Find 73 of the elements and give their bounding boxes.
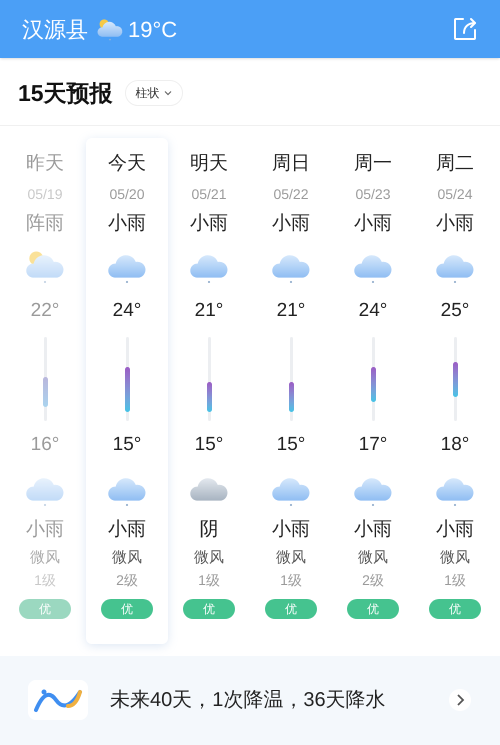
day-column[interactable]: 明天 05/21 小雨 21° 15° 阴 微风 1级 优 — [168, 138, 250, 644]
city-name: 汉源县 — [22, 16, 88, 44]
low-temperature: 18° — [440, 433, 470, 457]
date-label: 05/24 — [437, 185, 473, 204]
night-weather: 小雨 — [26, 518, 64, 542]
wind-label: 微风 — [30, 548, 60, 568]
day-weather: 小雨 — [354, 212, 392, 236]
high-temperature: 22° — [30, 298, 60, 322]
day-weather: 阵雨 — [26, 212, 64, 236]
low-temperature: 15° — [276, 433, 306, 457]
day-label: 周日 — [272, 152, 310, 176]
wind-label: 微风 — [276, 548, 306, 568]
air-quality-badge: 优 — [183, 598, 235, 618]
high-temperature: 21° — [194, 298, 224, 322]
chart-type-dropdown[interactable]: 柱状 — [124, 80, 183, 106]
trend-chart-icon — [28, 680, 88, 720]
day-weather: 小雨 — [108, 212, 146, 236]
date-label: 05/22 — [273, 185, 309, 204]
air-quality-badge: 优 — [101, 598, 153, 618]
night-weather: 小雨 — [272, 518, 310, 542]
wind-label: 微风 — [440, 548, 470, 568]
low-temperature: 15° — [194, 433, 224, 457]
temperature-range-bar — [288, 382, 294, 412]
date-label: 05/23 — [355, 185, 391, 204]
wind-level: 1级 — [198, 570, 220, 590]
low-temperature: 15° — [112, 433, 142, 457]
day-weather: 小雨 — [190, 212, 228, 236]
temperature-range-bar — [42, 377, 48, 407]
current-temperature: 19°C — [128, 16, 178, 44]
night-weather: 小雨 — [354, 518, 392, 542]
chevron-down-icon — [164, 90, 172, 96]
wind-level: 2级 — [116, 570, 138, 590]
chevron-right-icon[interactable] — [448, 688, 472, 712]
temperature-range-bar — [452, 362, 458, 397]
day-label: 明天 — [190, 152, 228, 176]
day-label: 周一 — [354, 152, 392, 176]
low-temperature: 16° — [30, 433, 60, 457]
wind-level: 2级 — [362, 570, 384, 590]
day-label: 今天 — [108, 152, 146, 176]
night-weather: 阴 — [200, 518, 218, 542]
temperature-range-bar — [124, 367, 130, 412]
night-weather: 小雨 — [436, 518, 474, 542]
share-icon[interactable] — [452, 16, 478, 42]
low-temperature: 17° — [358, 433, 388, 457]
high-temperature: 21° — [276, 298, 306, 322]
date-label: 05/20 — [109, 185, 145, 204]
wind-level: 1级 — [280, 570, 302, 590]
temperature-range-bar — [206, 382, 212, 412]
air-quality-badge: 优 — [19, 598, 71, 618]
day-column[interactable]: 周二 05/24 小雨 25° 18° 小雨 微风 1级 优 — [414, 138, 496, 644]
day-weather: 小雨 — [272, 212, 310, 236]
wind-label: 微风 — [194, 548, 224, 568]
air-quality-badge: 优 — [429, 598, 481, 618]
wind-level: 1级 — [444, 570, 466, 590]
wind-label: 微风 — [358, 548, 388, 568]
date-label: 05/21 — [191, 185, 227, 204]
air-quality-badge: 优 — [265, 598, 317, 618]
high-temperature: 24° — [358, 298, 388, 322]
selected-day-card[interactable]: 今天 05/20 小雨 24° 15° 小雨 微风 2级 优 — [86, 138, 168, 644]
forecast-title: 15天预报 — [18, 79, 113, 108]
night-weather: 小雨 — [108, 518, 146, 542]
day-weather: 小雨 — [436, 212, 474, 236]
temperature-range-bar — [370, 367, 376, 402]
day-label: 昨天 — [26, 152, 64, 176]
air-quality-badge: 优 — [347, 598, 399, 618]
wind-label: 微风 — [112, 548, 142, 568]
high-temperature: 24° — [112, 298, 142, 322]
outlook-banner[interactable]: 未来40天，1次降温，36天降水 — [0, 656, 500, 745]
outlook-text: 未来40天，1次降温，36天降水 — [110, 688, 386, 714]
day-column[interactable]: 周一 05/23 小雨 24° 17° 小雨 微风 2级 优 — [332, 138, 414, 644]
high-temperature: 25° — [440, 298, 470, 322]
day-label: 周二 — [436, 152, 474, 176]
day-column[interactable]: 周日 05/22 小雨 21° 15° 小雨 微风 1级 优 — [250, 138, 332, 644]
